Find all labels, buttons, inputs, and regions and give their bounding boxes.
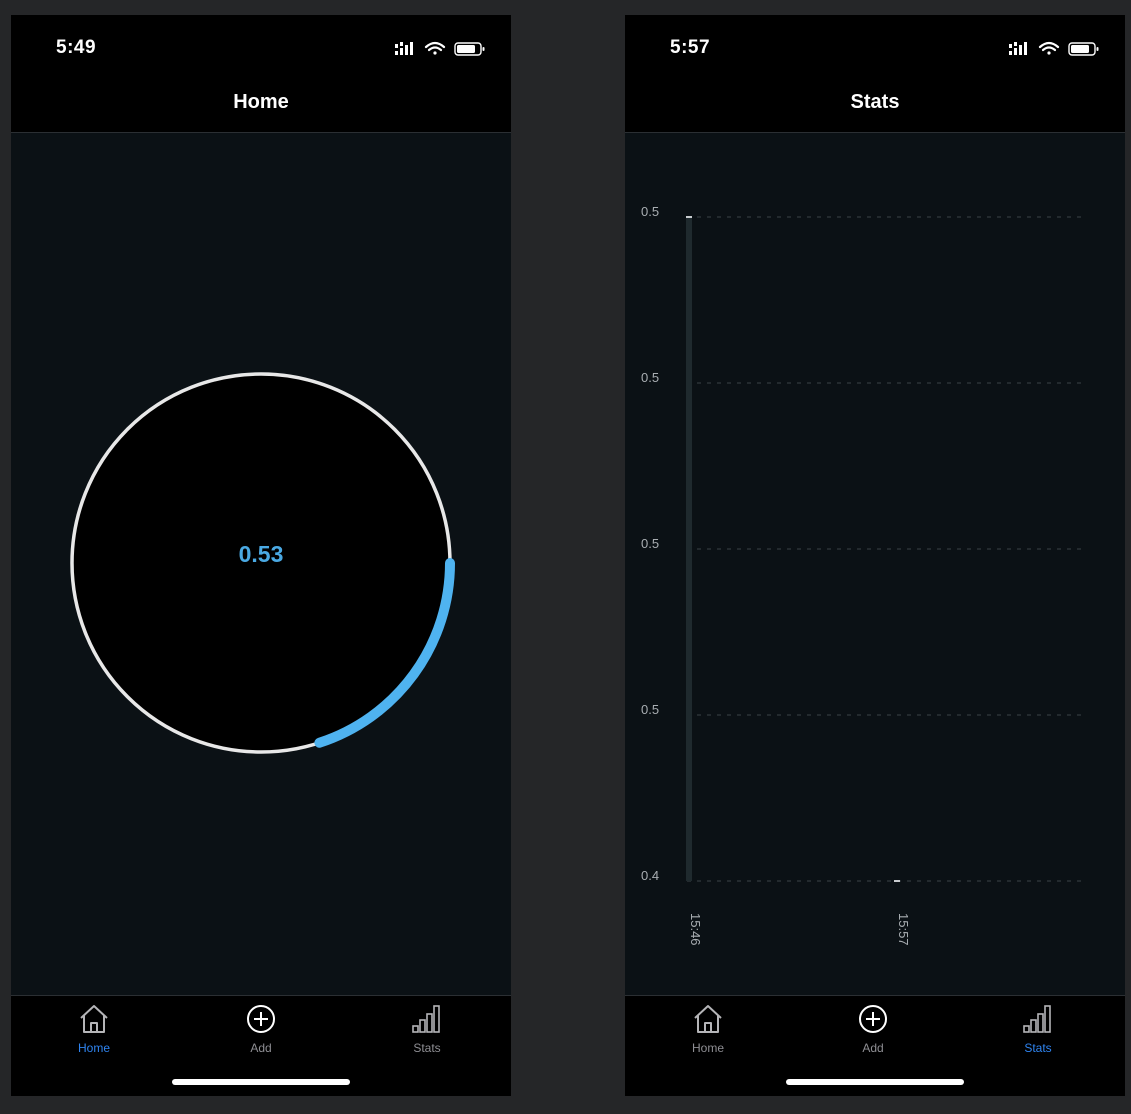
status-time: 5:57: [670, 37, 711, 58]
tab-stats-label: Stats: [413, 1041, 441, 1055]
tab-stats[interactable]: Stats: [372, 1002, 482, 1060]
home-screen: 5:49 Home 0.53 Home Add Stats: [11, 15, 511, 1096]
y-tick-label: 0.5: [641, 204, 659, 219]
tab-add-label: Add: [250, 1041, 272, 1055]
tab-add-label: Add: [862, 1041, 884, 1055]
wifi-icon: [1038, 41, 1060, 55]
gauge-value: 0.53: [238, 541, 284, 567]
x-tick-label: 15:57: [896, 913, 911, 946]
y-tick-label: 0.5: [641, 370, 659, 385]
battery-icon: [1068, 42, 1099, 56]
bar-cap: [894, 880, 900, 882]
bars-icon: [412, 1005, 440, 1033]
stats-screen: 5:57 Stats 0.5 0.5 0.5 0.5 0.4 15:46 15:…: [625, 15, 1125, 1096]
tab-home[interactable]: Home: [653, 1002, 763, 1060]
home-indicator: [172, 1079, 350, 1085]
y-tick-label: 0.5: [641, 536, 659, 551]
stats-chart: 0.5 0.5 0.5 0.5 0.4 15:46 15:57: [641, 204, 1085, 946]
cellular-signal-icon: [1009, 42, 1027, 55]
tab-stats-label: Stats: [1024, 1041, 1052, 1055]
wifi-icon: [424, 41, 446, 55]
page-title: Stats: [850, 91, 900, 113]
tab-home-label: Home: [77, 1041, 110, 1055]
status-time: 5:49: [56, 37, 97, 58]
plus-circle-icon: [247, 1005, 275, 1033]
tab-home[interactable]: Home: [39, 1002, 149, 1060]
bar-cap: [686, 216, 692, 218]
home-icon: [694, 1005, 722, 1033]
tab-bar: Home Add Stats: [625, 995, 1125, 1096]
plus-circle-icon: [859, 1005, 887, 1033]
navigation-bar: 5:57 Stats: [625, 15, 1125, 133]
status-icons: [395, 41, 485, 56]
tab-stats[interactable]: Stats: [983, 1002, 1093, 1060]
home-icon: [80, 1005, 108, 1033]
y-tick-label: 0.4: [641, 868, 659, 883]
battery-icon: [454, 42, 485, 56]
tab-add[interactable]: Add: [818, 1002, 928, 1060]
tab-home-label: Home: [691, 1041, 724, 1055]
tab-add[interactable]: Add: [206, 1002, 316, 1060]
y-tick-label: 0.5: [641, 702, 659, 717]
status-icons: [1009, 41, 1099, 56]
tab-bar: Home Add Stats: [11, 995, 511, 1096]
navigation-bar: 5:49 Home: [11, 15, 511, 133]
bars-icon: [1023, 1005, 1051, 1033]
x-tick-label: 15:46: [688, 913, 703, 946]
bar: [686, 217, 692, 881]
home-indicator: [786, 1079, 964, 1085]
cellular-signal-icon: [395, 42, 413, 55]
page-title: Home: [233, 91, 289, 113]
